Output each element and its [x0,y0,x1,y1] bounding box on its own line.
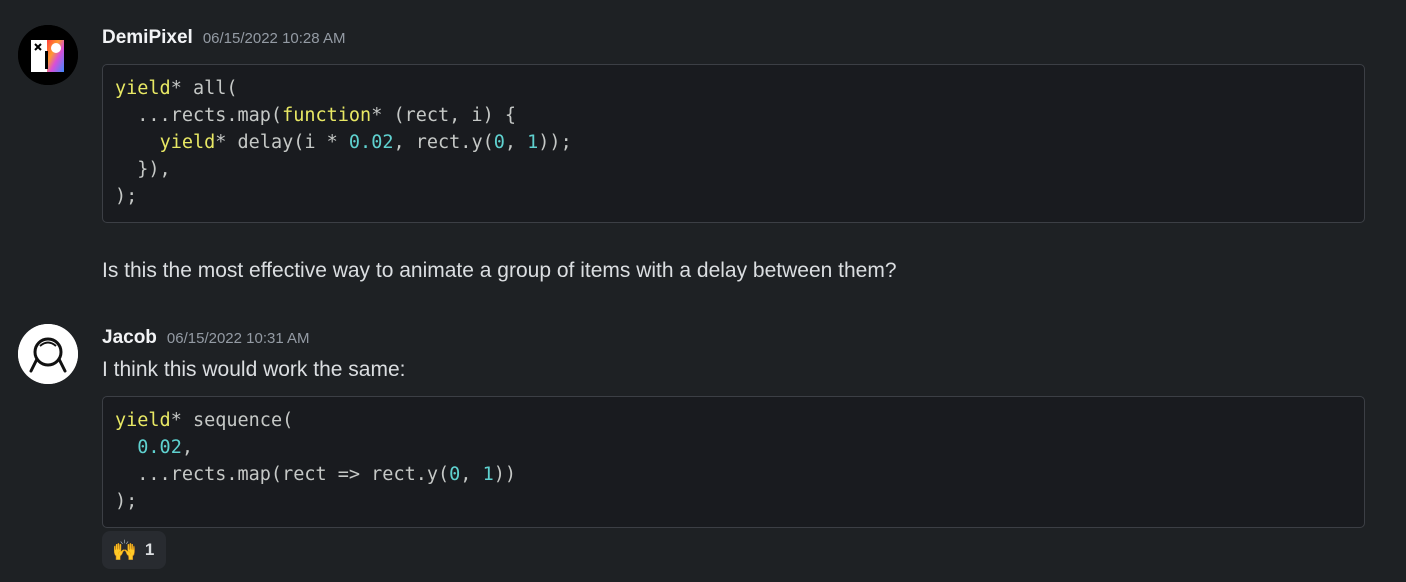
message-header: Jacob 06/15/2022 10:31 AM [102,327,310,349]
code-number: 1 [527,132,539,153]
avatar-jacob[interactable] [18,324,78,384]
code-token: , [181,437,193,458]
timestamp: 06/15/2022 10:28 AM [202,30,346,47]
code-number: 0.02 [137,437,182,458]
timestamp: 06/15/2022 10:31 AM [166,330,310,347]
code-token: )); [538,132,572,153]
code-token: )) [493,464,516,485]
code-token: ); [115,491,138,512]
code-number: 0 [493,132,505,153]
code-token: ); [115,186,138,207]
raised-hands-emoji-icon: 🙌 [112,538,137,562]
username[interactable]: Jacob [102,327,157,349]
reaction-button[interactable]: 🙌 1 [102,531,167,569]
code-token: * delay(i * [215,132,349,153]
reaction-count: 1 [144,540,155,559]
code-line: 0.02, [115,434,1352,461]
code-block: yield* sequence( 0.02, ...rects.map(rect… [102,396,1365,528]
jacob-avatar-icon [18,324,78,384]
code-line: yield* sequence( [115,407,1352,434]
message-text: Is this the most effective way to animat… [102,259,897,282]
code-token: ...rects.map(rect => rect.y( [115,464,450,485]
code-token: }), [115,159,171,180]
code-keyword: yield [115,410,171,431]
message-text: I think this would work the same: [102,358,406,381]
username[interactable]: DemiPixel [102,27,193,49]
code-line: yield* delay(i * 0.02, rect.y(0, 1)); [115,129,1352,156]
code-token: * sequence( [170,410,294,431]
demipixel-avatar-icon [18,25,78,85]
code-number: 1 [482,464,494,485]
code-line: ...rects.map(function* (rect, i) { [115,102,1352,129]
code-line: ...rects.map(rect => rect.y(0, 1)) [115,461,1352,488]
code-keyword: yield [115,78,171,99]
code-number: 0.02 [348,132,394,153]
code-token: * all( [170,78,238,99]
avatar-demipixel[interactable] [18,25,78,85]
code-token: ...rects.map( [115,105,283,126]
code-line: ); [115,488,1352,515]
code-keyword: yield [159,132,216,153]
code-keyword: function [282,105,372,126]
message-header: DemiPixel 06/15/2022 10:28 AM [102,27,345,49]
code-number: 0 [449,464,461,485]
code-token: , rect.y( [393,132,494,153]
code-line: yield* all( [115,75,1352,102]
code-token: , [460,464,483,485]
code-token: , [504,132,528,153]
code-line: ); [115,183,1352,210]
code-block: yield* all( ...rects.map(function* (rect… [102,64,1365,223]
chat-view: DemiPixel 06/15/2022 10:28 AM yield* all… [0,0,1406,582]
code-line: }), [115,156,1352,183]
code-token: * (rect, i) { [371,105,516,126]
